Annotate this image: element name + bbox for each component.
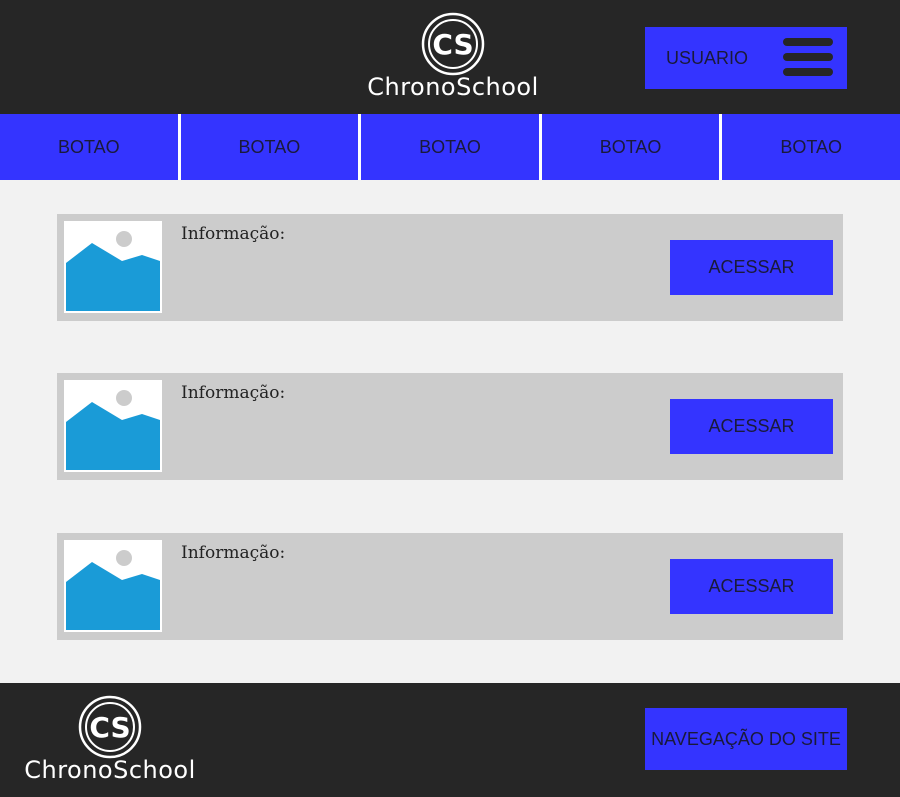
hamburger-line (783, 53, 833, 61)
nav-button-2[interactable]: BOTAO (181, 114, 362, 180)
card-info-label: Informação: (181, 543, 286, 563)
site-navigation-button[interactable]: NAVEGAÇÃO DO SITE (645, 708, 847, 770)
logo-name: ChronoSchool (367, 73, 539, 101)
user-menu-button[interactable]: USUARIO (645, 27, 847, 89)
footer-logo[interactable]: CS ChronoSchool (12, 695, 208, 783)
hamburger-line (783, 38, 833, 46)
logo-emblem-icon: CS (78, 695, 142, 759)
nav-button-3[interactable]: BOTAO (361, 114, 542, 180)
logo-mark: CS (89, 711, 130, 744)
image-placeholder-icon (66, 390, 160, 470)
nav-button-1[interactable]: BOTAO (0, 114, 181, 180)
nav-button-4[interactable]: BOTAO (542, 114, 723, 180)
card-info-label: Informação: (181, 224, 286, 244)
content-card: Informação: ACESSAR (57, 373, 843, 480)
image-placeholder-icon (66, 231, 160, 311)
header-logo[interactable]: CS ChronoSchool (354, 12, 552, 100)
nav-button-5[interactable]: BOTAO (722, 114, 900, 180)
card-thumbnail (64, 540, 162, 632)
card-thumbnail (64, 380, 162, 472)
logo-emblem-icon: CS (421, 12, 485, 76)
card-info-label: Informação: (181, 383, 286, 403)
hamburger-menu-icon[interactable] (783, 38, 833, 80)
user-label: USUARIO (666, 48, 749, 68)
main-nav: BOTAO BOTAO BOTAO BOTAO BOTAO (0, 114, 900, 180)
logo-mark: CS (432, 28, 473, 61)
hamburger-line (783, 68, 833, 76)
site-footer: CS ChronoSchool NAVEGAÇÃO DO SITE (0, 683, 900, 797)
image-placeholder-icon (66, 550, 160, 630)
access-button[interactable]: ACESSAR (670, 399, 833, 454)
logo-name: ChronoSchool (24, 756, 196, 784)
access-button[interactable]: ACESSAR (670, 240, 833, 295)
content-card: Informação: ACESSAR (57, 533, 843, 640)
access-button[interactable]: ACESSAR (670, 559, 833, 614)
card-thumbnail (64, 221, 162, 313)
content-card: Informação: ACESSAR (57, 214, 843, 321)
site-header: CS ChronoSchool USUARIO (0, 0, 900, 114)
